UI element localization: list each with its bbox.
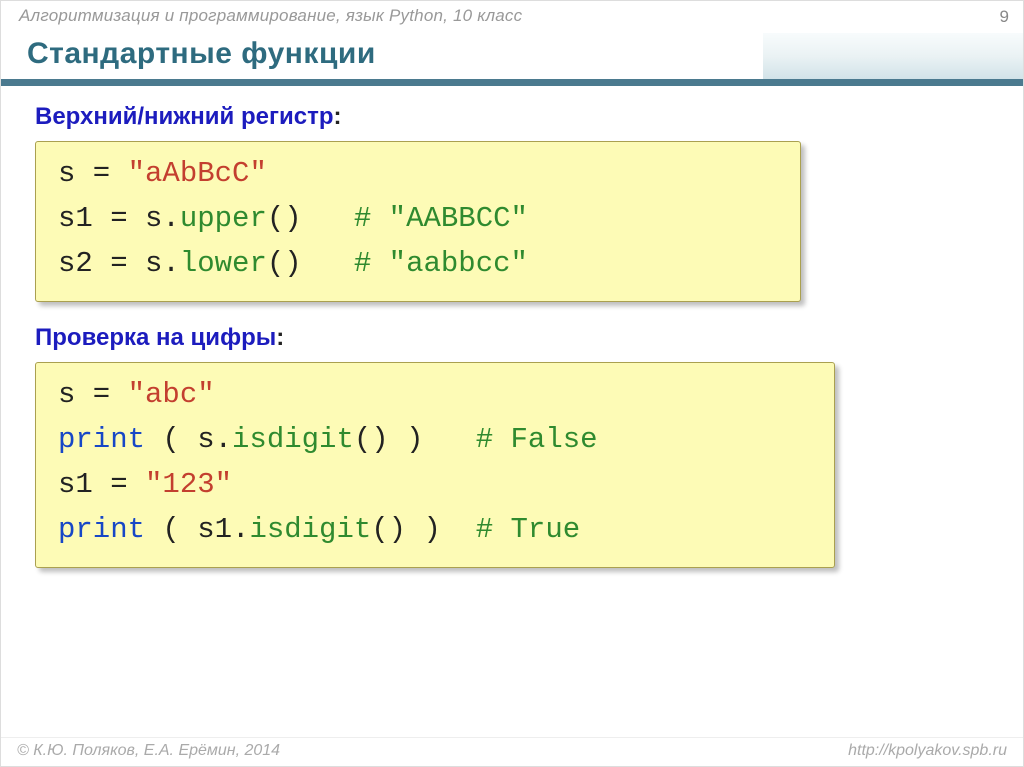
code-op: = s. xyxy=(93,202,180,235)
code-function: isdigit xyxy=(249,513,371,546)
code-text: ( s1. xyxy=(145,513,249,546)
section1-heading: Верхний/нижний регистр: xyxy=(35,103,989,131)
code-block-2: s = "abc" print ( s.isdigit() ) # False … xyxy=(35,362,835,568)
code-function: isdigit xyxy=(232,423,354,456)
colon: : xyxy=(276,324,284,351)
code-comment: # "AABBCC" xyxy=(354,202,528,235)
code-function: lower xyxy=(180,247,267,280)
page-title: Стандартные функции xyxy=(1,33,1023,71)
code-var: s1 xyxy=(58,468,93,501)
code-op: = xyxy=(75,157,127,190)
code-comment: # False xyxy=(476,423,598,456)
section2-heading-text: Проверка на цифры xyxy=(35,324,276,351)
code-space xyxy=(302,202,354,235)
code-paren: () xyxy=(267,247,302,280)
breadcrumb-header: Алгоритмизация и программирование, язык … xyxy=(19,6,522,26)
colon: : xyxy=(334,103,342,130)
code-text: ( s. xyxy=(145,423,232,456)
code-op: = xyxy=(93,468,145,501)
code-block-1: s = "aAbBcC" s1 = s.upper() # "AABBCC" s… xyxy=(35,141,801,302)
code-keyword: print xyxy=(58,423,145,456)
slide: Алгоритмизация и программирование, язык … xyxy=(0,0,1024,767)
code-op: = xyxy=(75,378,127,411)
code-paren: () xyxy=(267,202,302,235)
code-var: s xyxy=(58,157,75,190)
code-comment: # True xyxy=(476,513,580,546)
code-space xyxy=(423,423,475,456)
footer-copyright: © К.Ю. Поляков, Е.А. Ерёмин, 2014 xyxy=(17,742,280,760)
footer-url: http://kpolyakov.spb.ru xyxy=(848,742,1007,760)
page-number: 9 xyxy=(1000,7,1009,27)
code-keyword: print xyxy=(58,513,145,546)
code-string: "123" xyxy=(145,468,232,501)
section1-heading-text: Верхний/нижний регистр xyxy=(35,103,334,130)
code-text: () ) xyxy=(354,423,424,456)
code-string: "aAbBcC" xyxy=(128,157,267,190)
code-var: s1 xyxy=(58,202,93,235)
section2-heading: Проверка на цифры: xyxy=(35,324,989,352)
code-string: "abc" xyxy=(128,378,215,411)
code-space xyxy=(441,513,476,546)
footer: © К.Ю. Поляков, Е.А. Ерёмин, 2014 http:/… xyxy=(1,737,1023,760)
title-bar: Стандартные функции xyxy=(1,33,1023,86)
code-op: = s. xyxy=(93,247,180,280)
code-var: s2 xyxy=(58,247,93,280)
code-comment: # "aabbcc" xyxy=(354,247,528,280)
code-function: upper xyxy=(180,202,267,235)
content-area: Верхний/нижний регистр: s = "aAbBcC" s1 … xyxy=(35,97,989,590)
code-var: s xyxy=(58,378,75,411)
code-space xyxy=(302,247,354,280)
code-text: () ) xyxy=(371,513,441,546)
